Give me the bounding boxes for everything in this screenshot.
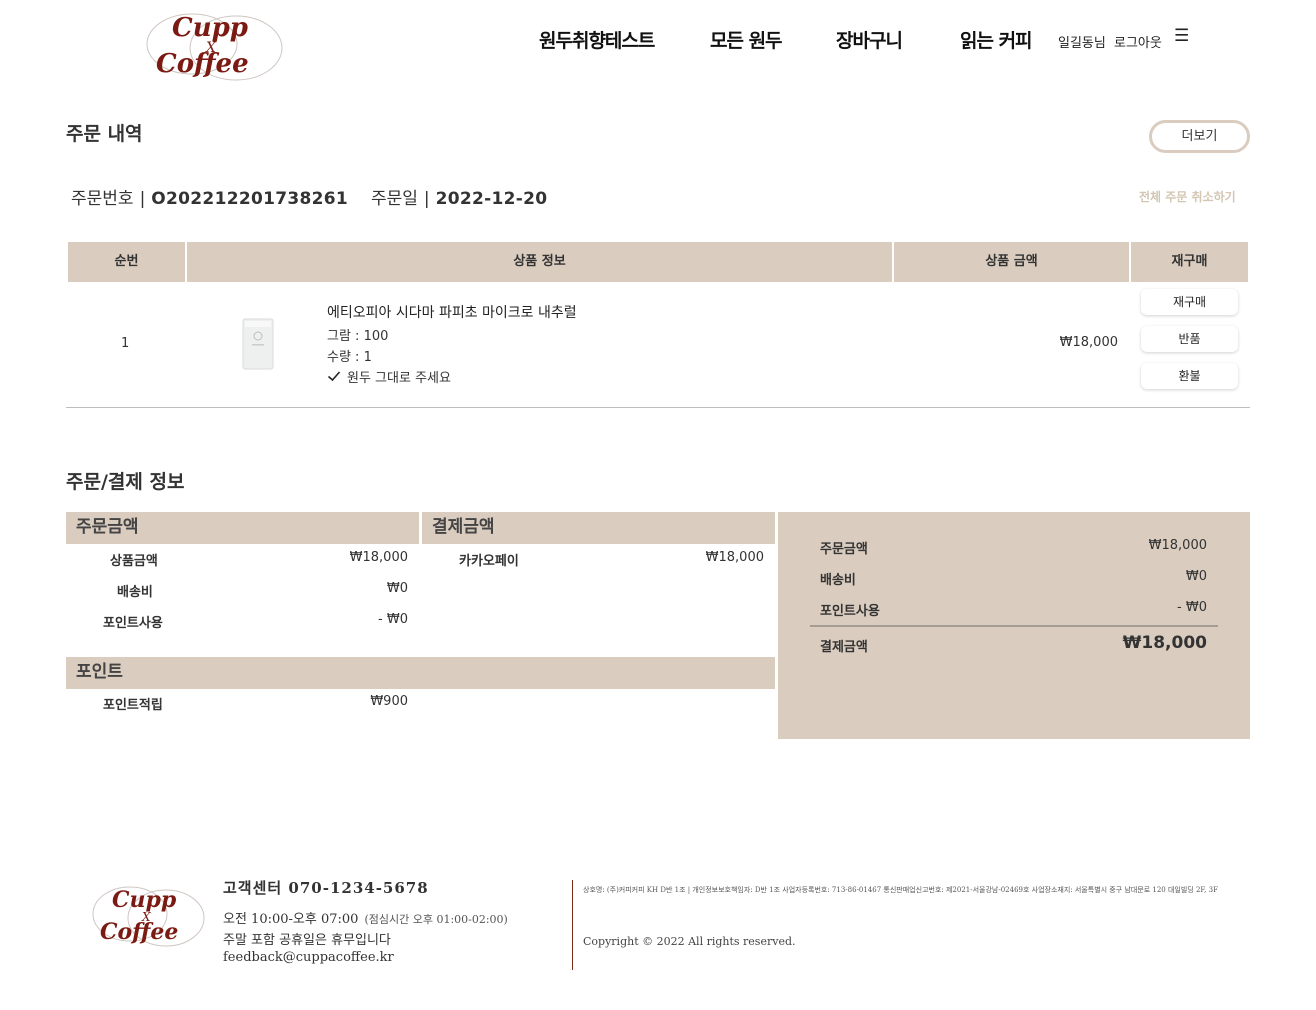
column-header-product-info: 상품 정보: [187, 242, 892, 282]
nav-taste-test[interactable]: 원두취향테스트: [539, 26, 655, 53]
copyright: Copyright © 2022 All rights reserved.: [583, 935, 796, 948]
product-option: 원두 그대로 주세요: [347, 371, 451, 386]
nav-all-beans[interactable]: 모든 원두: [710, 26, 783, 53]
check-icon: [327, 368, 341, 382]
business-hours: 오전 10:00-오후 07:00 (점심시간 오후 01:00-02:00): [223, 908, 508, 927]
product-price: ₩18,000: [1059, 335, 1118, 350]
order-number-separator: |: [139, 189, 146, 209]
cuppa-coffee-logo[interactable]: Cupp X Coffee: [144, 6, 286, 84]
summary-order-amount-value: ₩18,000: [1148, 538, 1207, 553]
order-number-label: 주문번호: [71, 189, 134, 209]
shipping-fee-label: 배송비: [117, 585, 153, 600]
footer-logo[interactable]: Cupp X Coffee: [90, 880, 208, 950]
summary-shipping-value: ₩0: [1185, 569, 1207, 584]
point-used-value: - ₩0: [378, 612, 408, 627]
point-earned-label: 포인트적립: [103, 698, 163, 713]
row-index: 1: [121, 336, 130, 351]
business-info: 상호명: (주)커피커피 KH D반 1조 | 개인정보보호책임자: D반 1조…: [583, 886, 1218, 894]
summary-divider: [810, 625, 1218, 627]
summary-total-value: ₩18,000: [1122, 633, 1207, 653]
payment-method-value: ₩18,000: [705, 550, 764, 565]
order-number: 주문번호 | O202212201738261: [71, 184, 348, 209]
svg-text:Coffee: Coffee: [156, 49, 249, 79]
feedback-email[interactable]: feedback@cuppacoffee.kr: [223, 950, 394, 965]
holiday-notice: 주말 포함 공휴일은 휴무입니다: [223, 933, 391, 948]
hamburger-menu-icon[interactable]: ☰: [1174, 27, 1190, 45]
order-amount-heading: 주문금액: [66, 512, 419, 544]
nav-reading-coffee[interactable]: 읽는 커피: [960, 26, 1033, 53]
order-date-separator: |: [423, 189, 430, 209]
summary-point-used-value: - ₩0: [1177, 600, 1207, 615]
order-number-value: O202212201738261: [151, 189, 348, 209]
summary-shipping-label: 배송비: [820, 573, 856, 588]
product-quantity: 수량 : 1: [327, 350, 372, 365]
user-name[interactable]: 일길동님: [1058, 32, 1106, 51]
logout-link[interactable]: 로그아웃: [1114, 32, 1162, 51]
order-date-value: 2022-12-20: [435, 189, 548, 209]
point-heading: 포인트: [66, 657, 775, 689]
lunch-hours: (점심시간 오후 01:00-02:00): [364, 913, 508, 926]
return-button[interactable]: 반품: [1141, 326, 1238, 352]
svg-text:Coffee: Coffee: [100, 919, 178, 945]
point-used-label: 포인트사용: [103, 616, 163, 631]
column-header-index: 순번: [68, 242, 185, 282]
row-divider: [66, 407, 1250, 408]
order-history-title: 주문 내역: [66, 123, 143, 145]
product-amount-label: 상품금액: [110, 554, 158, 569]
point-earned-value: ₩900: [370, 694, 408, 709]
hours-text: 오전 10:00-오후 07:00: [223, 912, 359, 927]
column-header-repurchase: 재구매: [1131, 242, 1248, 282]
product-name[interactable]: 에티오피아 시다마 파피초 마이크로 내추럴: [327, 302, 577, 322]
payment-summary: 주문금액 ₩18,000 배송비 ₩0 포인트사용 - ₩0 결제금액 ₩18,…: [778, 512, 1250, 739]
order-date: 주문일 | 2022-12-20: [371, 184, 547, 209]
repurchase-button[interactable]: 재구매: [1141, 289, 1238, 315]
payment-method-label: 카카오페이: [459, 554, 519, 569]
more-button[interactable]: 더보기: [1149, 120, 1250, 153]
paid-amount-heading: 결제금액: [422, 512, 775, 544]
product-amount-value: ₩18,000: [349, 550, 408, 565]
cancel-all-orders-link[interactable]: 전체 주문 취소하기: [1139, 188, 1236, 205]
column-header-price: 상품 금액: [894, 242, 1129, 282]
svg-text:Cupp: Cupp: [172, 13, 248, 43]
summary-order-amount-label: 주문금액: [820, 542, 868, 557]
payment-info-title: 주문/결제 정보: [66, 471, 185, 493]
product-thumbnail[interactable]: [242, 318, 274, 370]
footer-divider: [572, 880, 573, 970]
refund-button[interactable]: 환불: [1141, 363, 1238, 389]
shipping-fee-value: ₩0: [386, 581, 408, 596]
customer-center-title: 고객센터 070-1234-5678: [223, 879, 429, 897]
order-date-label: 주문일: [371, 189, 418, 209]
nav-cart[interactable]: 장바구니: [836, 26, 903, 53]
product-weight: 그람 : 100: [327, 329, 389, 344]
summary-point-used-label: 포인트사용: [820, 604, 880, 619]
summary-total-label: 결제금액: [820, 640, 868, 655]
